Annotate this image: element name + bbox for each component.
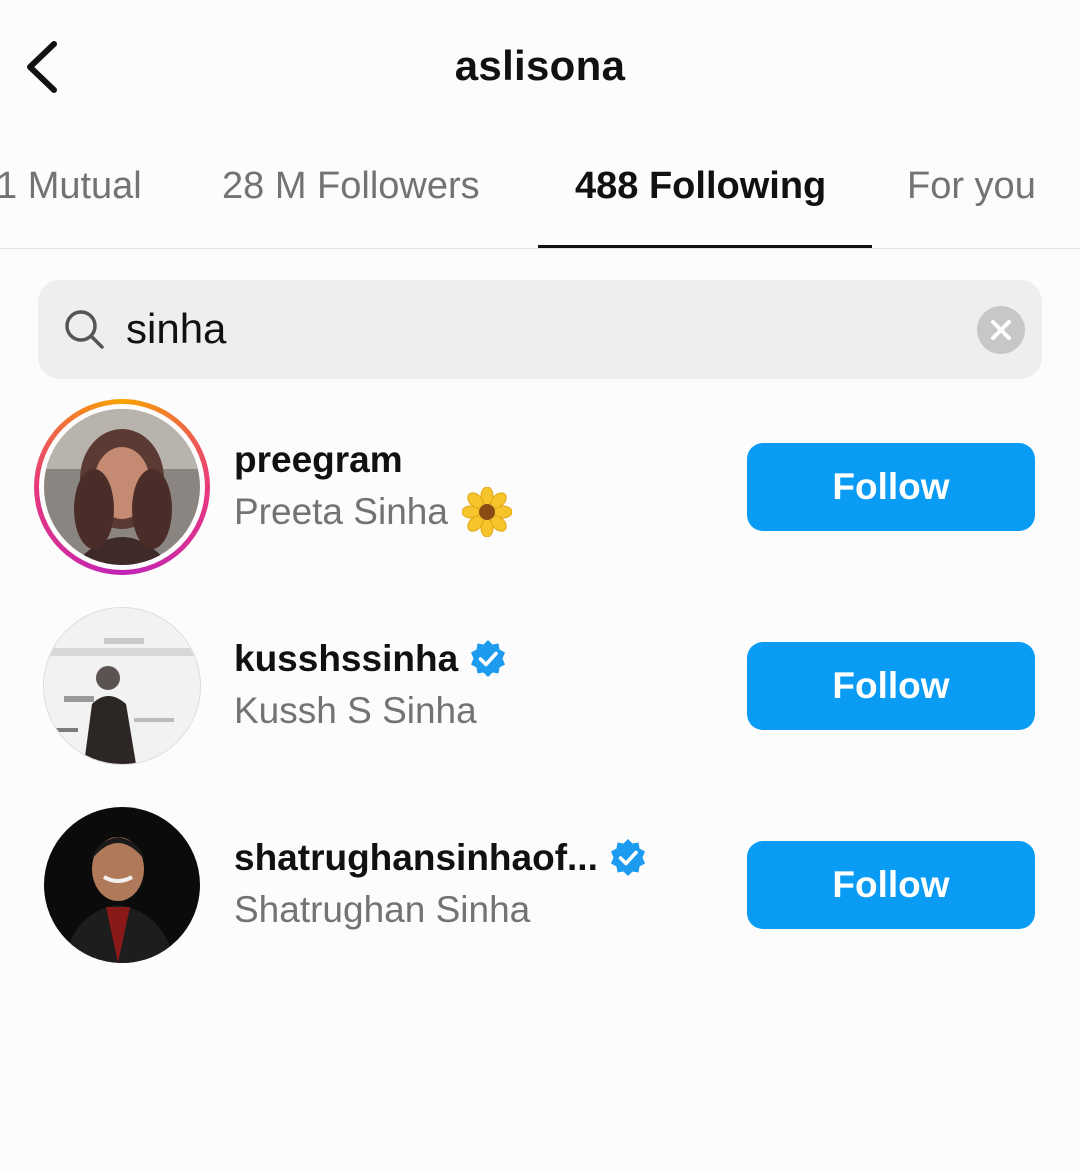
clear-search-button[interactable] [977, 306, 1025, 354]
header: aslisona [0, 0, 1080, 135]
page-title: aslisona [454, 42, 626, 89]
search-input[interactable] [126, 304, 946, 354]
avatar-container [34, 598, 210, 774]
username-text: shatrughansinhaof... [234, 837, 598, 878]
follow-button[interactable]: Follow [747, 443, 1035, 531]
full-name: Preeta Sinha [234, 487, 724, 537]
list-item[interactable]: kusshssinha Kussh S Sinha Follow [0, 598, 1080, 778]
user-info: preegram Preeta Sinha [234, 437, 724, 537]
full-name: Shatrughan Sinha [234, 885, 724, 935]
search-icon [65, 310, 104, 349]
tab-bar: 1 Mutual 28 M Followers 488 Following Fo… [0, 135, 1080, 249]
clear-icon [991, 320, 1011, 340]
avatar[interactable] [44, 608, 200, 764]
full-name-text: Shatrughan Sinha [234, 889, 531, 930]
username-text: preegram [234, 439, 403, 480]
username[interactable]: kusshssinha [234, 636, 724, 682]
username[interactable]: shatrughansinhaof... [234, 835, 724, 881]
tab-following[interactable]: 488 Following [575, 165, 826, 208]
sunflower-icon [461, 487, 512, 537]
user-info: kusshssinha Kussh S Sinha [234, 636, 724, 736]
list-item[interactable]: shatrughansinhaof... Shatrughan Sinha Fo… [0, 797, 1080, 977]
search-bar [38, 280, 1042, 379]
full-name: Kussh S Sinha [234, 686, 724, 736]
active-tab-indicator [538, 245, 872, 248]
verified-badge-icon [610, 839, 645, 876]
avatar[interactable] [44, 807, 200, 963]
tab-mutual[interactable]: 1 Mutual [0, 165, 142, 208]
tab-for-you[interactable]: For you [907, 165, 1036, 208]
follow-button[interactable]: Follow [747, 841, 1035, 929]
avatar-container [34, 797, 210, 973]
username[interactable]: preegram [234, 437, 724, 483]
avatar[interactable] [44, 409, 200, 565]
list-item[interactable]: preegram Preeta Sinha Follow [0, 399, 1080, 579]
username-text: kusshssinha [234, 638, 459, 679]
avatar-container [34, 399, 210, 575]
full-name-text: Preeta Sinha [234, 491, 448, 532]
follow-button[interactable]: Follow [747, 642, 1035, 730]
verified-badge-icon [471, 640, 506, 677]
user-info: shatrughansinhaof... Shatrughan Sinha [234, 835, 724, 935]
tab-followers[interactable]: 28 M Followers [222, 165, 480, 208]
full-name-text: Kussh S Sinha [234, 690, 477, 731]
